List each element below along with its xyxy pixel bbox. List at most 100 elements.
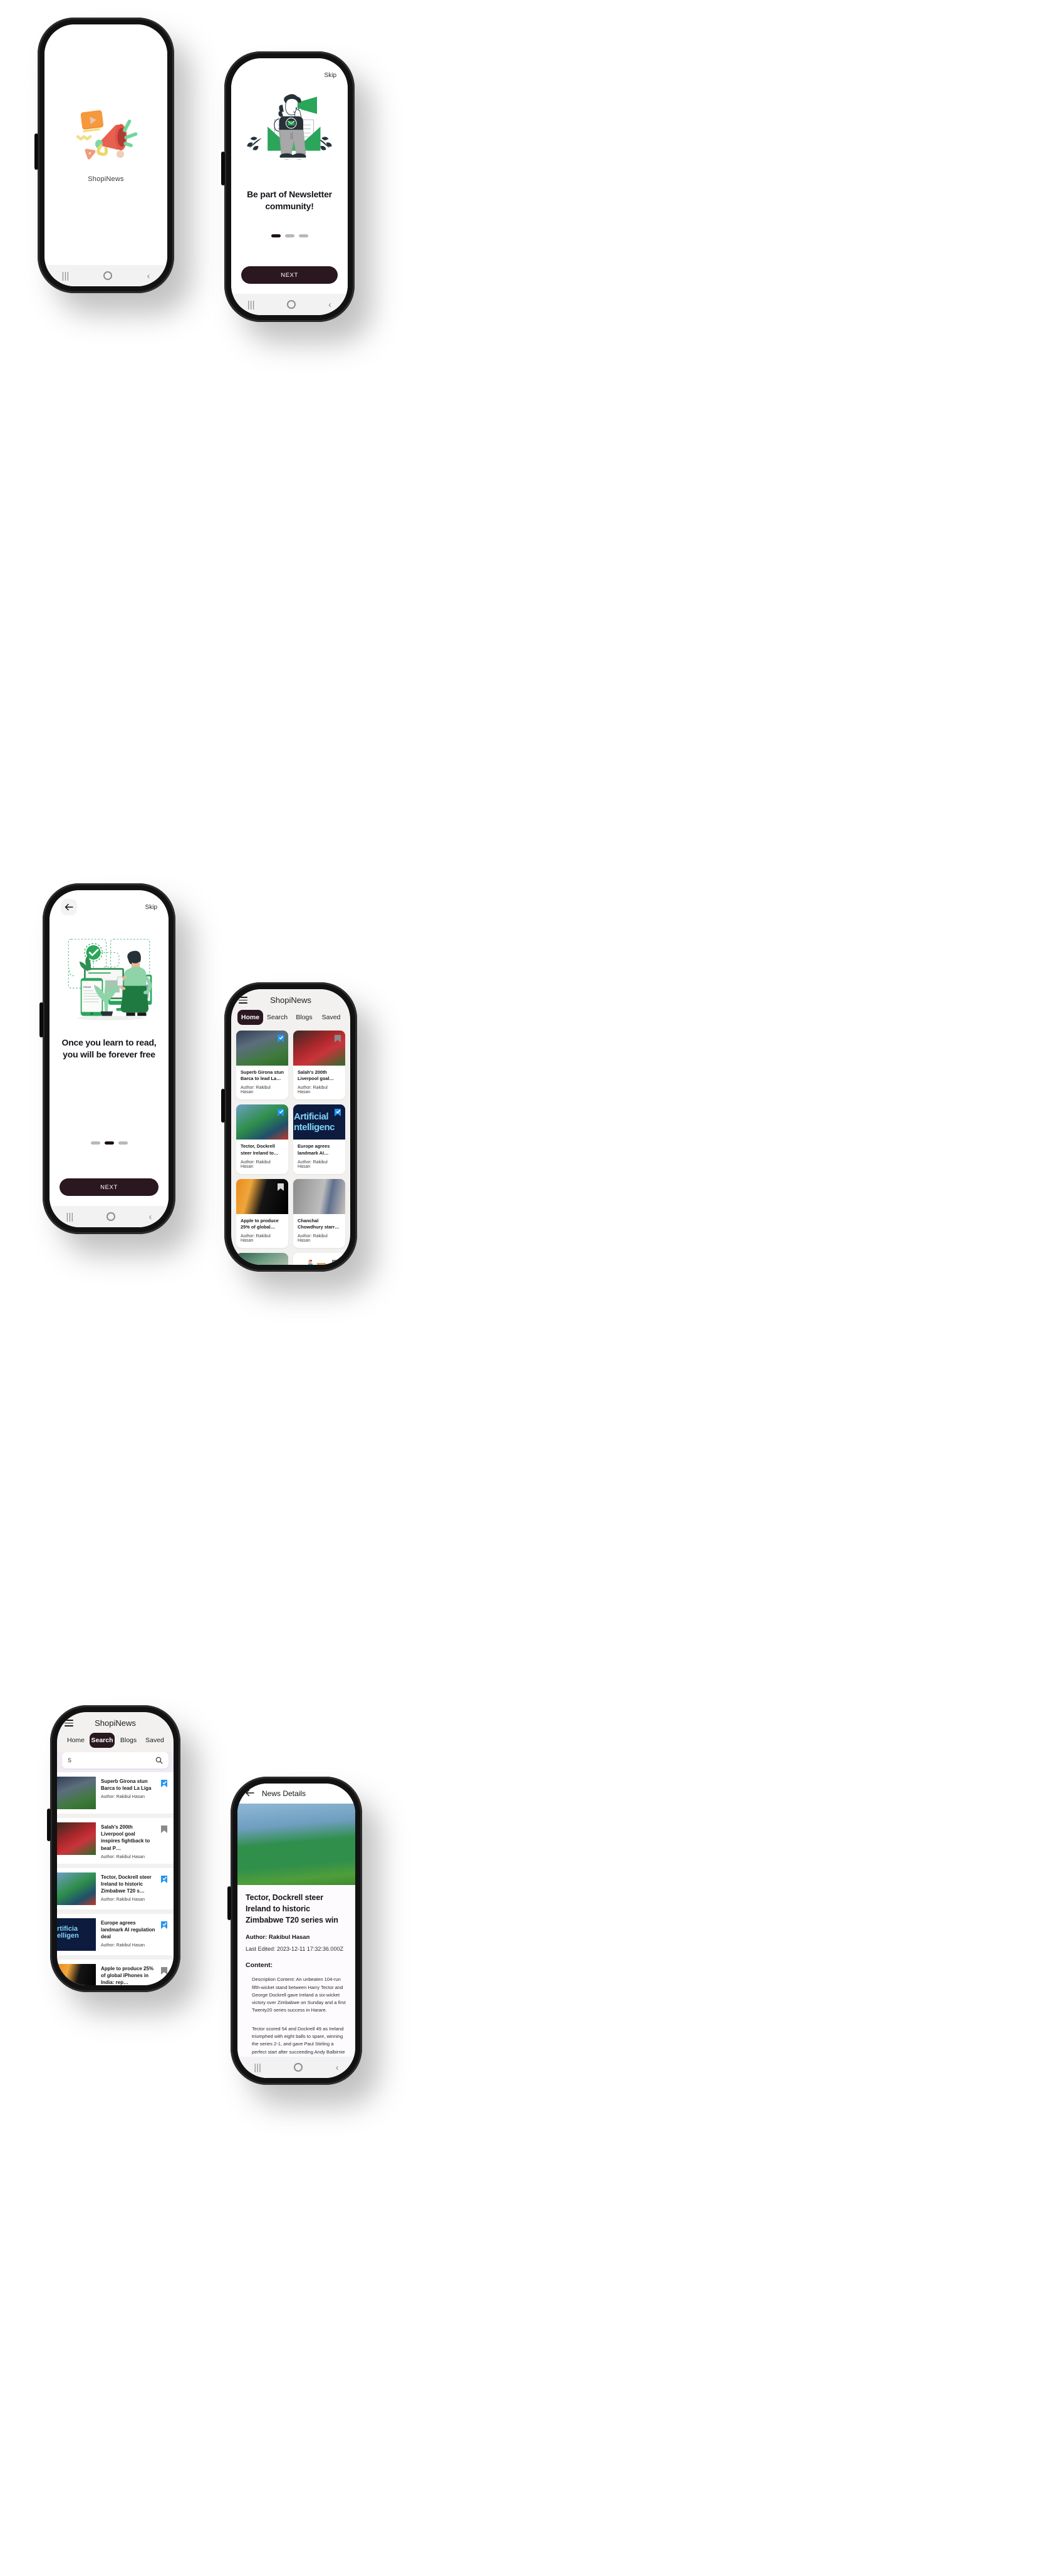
search-value: S xyxy=(68,1757,72,1763)
item-author: Author: Rakibul Hasan xyxy=(101,1795,145,1800)
page-indicator-dots[interactable] xyxy=(241,234,338,237)
search-input[interactable]: S xyxy=(62,1752,169,1768)
tab-saved[interactable]: Saved xyxy=(318,1010,344,1025)
skip-button[interactable]: Skip xyxy=(325,72,336,79)
bookmark-add-icon[interactable] xyxy=(334,1034,341,1043)
dot-3[interactable] xyxy=(118,1141,128,1145)
tab-home[interactable]: Home xyxy=(237,1010,263,1025)
news-card[interactable]: Apple to produce 25% of global iPhones i… xyxy=(236,1178,288,1249)
phone-side-button[interactable] xyxy=(39,1002,43,1037)
home-nav-icon[interactable] xyxy=(294,2063,303,2072)
recents-icon[interactable]: ||| xyxy=(254,2063,261,2072)
list-item[interactable]: Tector, Dockrell steer Ireland to histor… xyxy=(57,1867,174,1909)
app-title: ShopiNews xyxy=(270,995,311,1005)
tab-saved[interactable]: Saved xyxy=(142,1733,167,1748)
phone-side-button[interactable] xyxy=(221,152,225,185)
bookmark-saved-icon[interactable] xyxy=(277,1108,284,1117)
phone-side-button[interactable] xyxy=(47,1809,51,1841)
phone-news-details: News Details Tector, Dockrell steer Irel… xyxy=(227,1777,362,2085)
bookmark-add-icon[interactable] xyxy=(160,1825,168,1834)
dot-2[interactable] xyxy=(104,1141,114,1145)
tab-search[interactable]: Search xyxy=(90,1733,115,1748)
item-thumbnail xyxy=(57,1872,96,1905)
list-item[interactable]: Apple to produce 25% of global iPhones i… xyxy=(57,1959,174,1985)
next-button[interactable]: NEXT xyxy=(60,1178,159,1196)
page-indicator-dots[interactable] xyxy=(60,1141,159,1145)
item-text: Apple to produce 25% of global iPhones i… xyxy=(101,1964,155,1985)
bookmark-saved-icon[interactable] xyxy=(277,1034,284,1043)
dot-3[interactable] xyxy=(298,234,308,237)
next-button[interactable]: NEXT xyxy=(241,266,338,284)
tab-home[interactable]: Home xyxy=(63,1733,88,1748)
back-nav-icon[interactable]: ‹ xyxy=(328,300,331,309)
dot-1[interactable] xyxy=(271,234,281,237)
screen-home: ShopiNews Home Search Blogs Saved Superb… xyxy=(231,989,350,1265)
phone-splash: ShopiNews ||| ‹ xyxy=(34,18,174,293)
news-card[interactable]: Salah's 200th Liverpool goal inspires fi… xyxy=(293,1031,345,1100)
bookmark-saved-icon[interactable] xyxy=(334,1108,341,1117)
recents-icon[interactable]: ||| xyxy=(247,300,255,309)
magnifier-icon[interactable] xyxy=(155,1757,163,1764)
android-nav-bar: ||| ‹ xyxy=(44,265,167,286)
onboarding-headline: Be part of Newsletter community! xyxy=(247,189,332,211)
back-nav-icon[interactable]: ‹ xyxy=(148,1212,152,1222)
card-thumbnail xyxy=(236,1104,288,1140)
newsletter-woman-megaphone-illustration xyxy=(241,90,338,179)
skip-button[interactable]: Skip xyxy=(145,904,157,911)
card-author: Author: Rakibul Hasan xyxy=(298,1160,328,1169)
screen-search: ShopiNews Home Search Blogs Saved S Supe… xyxy=(57,1712,174,1985)
bookmark-saved-icon[interactable] xyxy=(160,1779,168,1788)
tab-search[interactable]: Search xyxy=(264,1010,290,1025)
news-card[interactable]: Artificial ntelligenc Europe agrees landm… xyxy=(293,1104,345,1174)
card-thumbnail xyxy=(293,1253,345,1265)
dot-2[interactable] xyxy=(284,234,294,237)
item-text: Tector, Dockrell steer Ireland to histor… xyxy=(101,1872,155,1903)
list-item[interactable]: rtificia elligen Europe agrees landmark A… xyxy=(57,1913,174,1955)
search-results-list[interactable]: Superb Girona stun Barca to lead La Liga… xyxy=(57,1772,174,1985)
screen-onboarding-1: Skip Be part of Newsletter community! NE… xyxy=(231,58,348,315)
news-card-grid[interactable]: Superb Girona stun Barca to lead La Liga… xyxy=(231,1029,350,1265)
card-title: Salah's 200th Liverpool goal inspires fi… xyxy=(298,1069,330,1082)
android-nav-bar: ||| ‹ xyxy=(237,2057,355,2078)
onboarding-top-bar: Skip xyxy=(60,890,159,915)
news-card[interactable] xyxy=(293,1253,345,1265)
card-thumbnail xyxy=(236,1253,288,1265)
phone-side-button[interactable] xyxy=(221,1089,225,1123)
news-card[interactable]: Superb Girona stun Barca to lead La Liga… xyxy=(236,1031,288,1100)
content-label: Content: xyxy=(246,1961,273,1970)
news-card[interactable] xyxy=(236,1253,288,1265)
card-author: Author: Rakibul Hasan xyxy=(298,1234,328,1244)
mockup-stage: ShopiNews ||| ‹ Skip Be part of Newslett… xyxy=(0,0,1045,2576)
back-nav-icon[interactable]: ‹ xyxy=(336,2063,339,2072)
tab-blogs[interactable]: Blogs xyxy=(116,1733,141,1748)
bookmark-add-icon[interactable] xyxy=(277,1183,284,1192)
card-meta: Salah's 200th Liverpool goal inspires fi… xyxy=(293,1066,345,1099)
back-button[interactable] xyxy=(61,899,77,915)
list-item[interactable]: Superb Girona stun Barca to lead La Liga… xyxy=(57,1772,174,1814)
card-title: Europe agrees landmark AI regulation dea… xyxy=(298,1143,330,1156)
woman-devices-news-illustration: News News xyxy=(60,932,159,1027)
recents-icon[interactable]: ||| xyxy=(62,271,70,281)
news-card[interactable]: Tector, Dockrell steer Ireland to histor… xyxy=(236,1104,288,1174)
bookmark-add-icon[interactable] xyxy=(160,1966,168,1975)
card-title: Superb Girona stun Barca to lead La Liga xyxy=(241,1069,284,1082)
phone-side-button[interactable] xyxy=(227,1886,231,1920)
hamburger-menu-icon[interactable] xyxy=(239,997,247,1004)
home-nav-icon[interactable] xyxy=(103,271,113,280)
home-nav-icon[interactable] xyxy=(287,300,296,309)
hamburger-menu-icon[interactable] xyxy=(65,1720,73,1727)
item-author: Author: Rakibul Hasan xyxy=(101,1898,145,1903)
list-item[interactable]: Salah's 200th Liverpool goal inspires fi… xyxy=(57,1818,174,1864)
dot-1[interactable] xyxy=(90,1141,100,1145)
phone-side-button[interactable] xyxy=(34,133,38,170)
bookmark-saved-icon[interactable] xyxy=(160,1875,168,1884)
bookmark-add-icon[interactable] xyxy=(331,1259,339,1265)
item-title: Apple to produce 25% of global iPhones i… xyxy=(101,1965,154,1985)
home-nav-icon[interactable] xyxy=(107,1212,116,1221)
card-thumbnail xyxy=(236,1178,288,1214)
back-nav-icon[interactable]: ‹ xyxy=(147,271,150,281)
recents-icon[interactable]: ||| xyxy=(66,1212,74,1222)
tab-blogs[interactable]: Blogs xyxy=(291,1010,317,1025)
bookmark-saved-icon[interactable] xyxy=(160,1921,168,1929)
news-card[interactable]: Chanchal Chowdhury starrer 'Padatik' hea… xyxy=(293,1178,345,1249)
